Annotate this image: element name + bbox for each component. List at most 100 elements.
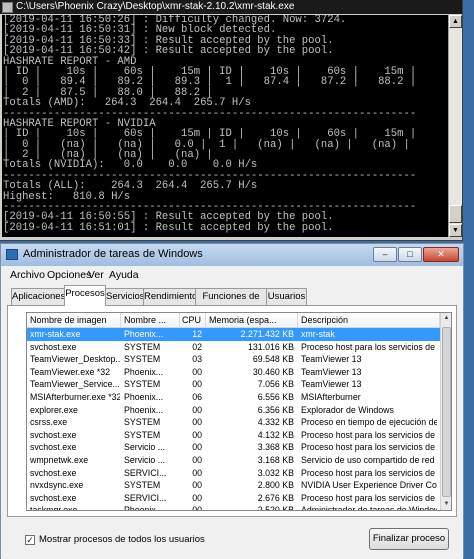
process-list[interactable]: Nombre de imagen Nombre ... CPU Memoria … — [26, 312, 452, 511]
menu-ver[interactable]: Ver — [88, 269, 104, 281]
cell-description: Proceso host para los servicios de W — [301, 442, 437, 453]
cell-memory: 2.800 KB — [257, 480, 294, 491]
tab-servicios[interactable]: Servicios — [105, 288, 145, 305]
console-title: C:\Users\Phoenix Crazy\Desktop\xmr-stak-… — [16, 1, 295, 12]
scroll-up-icon[interactable]: ▲ — [449, 15, 462, 28]
cell-user-name: SYSTEM — [124, 341, 161, 352]
process-row[interactable]: TeamViewer_Desktop.... SYSTEM 03 69.548 KB T… — [27, 353, 440, 366]
process-row[interactable]: svchost.exe SYSTEM 00 4.132 KB Proceso host … — [27, 429, 440, 442]
cell-memory: 3.368 KB — [257, 442, 294, 453]
menu-bar: Archivo Opciones Ver Ayuda — [1, 266, 463, 284]
process-row[interactable]: nvxdsync.exe SYSTEM 00 2.800 KB NVIDIA User … — [27, 479, 440, 492]
cell-image-name: taskmgr.exe — [30, 505, 78, 511]
console-scroll-thumb[interactable] — [449, 205, 462, 223]
processes-panel: Nombre de imagen Nombre ... CPU Memoria … — [7, 305, 457, 517]
task-manager-window: Administrador de tareas de Windows – □ ✕… — [0, 243, 464, 559]
cell-cpu: 00 — [192, 467, 202, 478]
cell-memory: 69.548 KB — [252, 354, 294, 365]
console-titlebar[interactable]: C:\Users\Phoenix Crazy\Desktop\xmr-stak-… — [0, 0, 462, 14]
tab-procesos[interactable]: Procesos — [64, 285, 106, 306]
process-row[interactable]: svchost.exe Servicio ... 00 3.368 KB Proceso… — [27, 441, 440, 454]
menu-opciones[interactable]: Opciones — [47, 269, 91, 281]
task-manager-titlebar[interactable]: Administrador de tareas de Windows – □ ✕ — [1, 244, 463, 266]
cell-user-name: Phoenix... — [124, 366, 164, 377]
cell-memory: 4.332 KB — [257, 417, 294, 428]
cell-cpu: 00 — [192, 505, 202, 511]
cell-memory: 4.132 KB — [257, 429, 294, 440]
cell-image-name: xmr-stak.exe — [30, 329, 81, 339]
cell-image-name: svchost.exe — [30, 442, 77, 453]
process-row[interactable]: wmpnetwk.exe Servicio ... 00 3.168 KB Servic… — [27, 454, 440, 467]
cell-image-name: TeamViewer_Service.... — [30, 379, 120, 390]
cell-cpu: 00 — [192, 442, 202, 453]
cell-cpu: 00 — [192, 366, 202, 377]
cell-memory: 2.271.432 KB — [240, 329, 294, 339]
cell-cpu: 06 — [192, 392, 202, 402]
tab-aplicaciones[interactable]: Aplicaciones — [11, 288, 65, 305]
maximize-button[interactable]: □ — [398, 247, 422, 262]
cell-cpu: 00 — [192, 429, 202, 440]
console-output: [2019-04-11 16:50:26] : Difficulty chang… — [2, 15, 448, 237]
scroll-down-icon[interactable]: ▼ — [441, 499, 451, 510]
cell-memory: 6.556 KB — [257, 392, 294, 402]
scroll-down-icon[interactable]: ▼ — [449, 224, 462, 237]
cell-cpu: 00 — [192, 455, 202, 465]
cell-image-name: wmpnetwk.exe — [30, 455, 89, 465]
process-row[interactable]: taskmgr.exe Phoenix... 00 2.520 KB Administr… — [27, 504, 440, 511]
column-memory[interactable]: Memoria (espa... — [206, 313, 298, 327]
cell-description: MSIAfterburner — [301, 392, 361, 402]
process-row[interactable]: TeamViewer_Service.... SYSTEM 00 7.056 KB Te… — [27, 378, 440, 391]
cell-image-name: svchost.exe — [30, 492, 77, 503]
cell-memory: 131.016 KB — [248, 341, 294, 352]
cell-description: Proceso host para los servicios de W — [301, 492, 437, 503]
cell-description: Proceso host para los servicios de W — [301, 341, 437, 352]
status-bar — [1, 554, 463, 559]
cell-image-name: svchost.exe — [30, 467, 77, 478]
column-cpu[interactable]: CPU — [180, 313, 206, 327]
process-row[interactable]: svchost.exe SERVICI... 00 3.032 KB Proceso h… — [27, 467, 440, 480]
process-row[interactable]: csrss.exe SYSTEM 00 4.332 KB Proceso en tiem… — [27, 416, 440, 429]
process-scroll-thumb[interactable] — [442, 327, 451, 497]
process-row[interactable]: svchost.exe SERVICI... 00 2.676 KB Proceso h… — [27, 492, 440, 505]
cell-user-name: SYSTEM — [124, 354, 161, 365]
cell-memory: 6.356 KB — [257, 404, 294, 415]
scroll-up-icon[interactable]: ▲ — [441, 313, 451, 324]
cell-description: TeamViewer 13 — [301, 366, 362, 377]
cell-description: NVIDIA User Experience Driver Comp — [301, 480, 437, 491]
tab-strip: Aplicaciones Procesos Servicios Rendimie… — [1, 284, 463, 318]
cell-memory: 7.056 KB — [257, 379, 294, 390]
show-all-users-checkbox[interactable]: ✓ — [25, 535, 35, 545]
cell-image-name: TeamViewer_Desktop.... — [30, 354, 120, 365]
cell-user-name: Phoenix... — [124, 392, 164, 402]
tab-rendimiento[interactable]: Rendimiento — [143, 288, 197, 305]
cell-user-name: Phoenix... — [124, 404, 164, 415]
tab-funciones-de-red[interactable]: Funciones de red — [195, 288, 267, 318]
cell-description: Administrador de tareas de Windows — [301, 505, 437, 511]
process-row[interactable]: xmr-stak.exe Phoenix... 12 2.271.432 KB xmr-… — [27, 328, 440, 341]
cell-cpu: 02 — [192, 341, 202, 352]
console-lines: [2019-04-11 16:50:26] : Difficulty chang… — [2, 15, 448, 233]
console-scrollbar[interactable]: ▲ ▼ — [448, 15, 462, 237]
task-manager-icon — [6, 249, 18, 260]
cell-description: Proceso host para los servicios de W — [301, 467, 437, 478]
end-process-button[interactable]: Finalizar proceso — [369, 528, 449, 550]
minimize-button[interactable]: – — [373, 247, 397, 262]
process-row[interactable]: svchost.exe SYSTEM 02 131.016 KB Proceso hos… — [27, 341, 440, 354]
process-row[interactable]: MSIAfterburner.exe *32 Phoenix... 06 6.556 … — [27, 391, 440, 404]
show-all-users-label: Mostrar procesos de todos los usuarios — [39, 534, 205, 545]
process-row[interactable]: explorer.exe Phoenix... 00 6.356 KB Explorad… — [27, 404, 440, 417]
cell-cpu: 12 — [192, 329, 202, 339]
menu-archivo[interactable]: Archivo — [10, 269, 45, 281]
menu-ayuda[interactable]: Ayuda — [109, 269, 139, 281]
process-row[interactable]: TeamViewer.exe *32 Phoenix... 00 30.460 KB T… — [27, 366, 440, 379]
cell-description: Proceso en tiempo de ejecución del c — [301, 417, 437, 428]
column-user-name[interactable]: Nombre ... — [121, 313, 180, 327]
column-image-name[interactable]: Nombre de imagen — [27, 313, 121, 327]
cell-description: Explorador de Windows — [301, 404, 394, 415]
cell-memory: 2.676 KB — [257, 492, 294, 503]
tab-usuarios[interactable]: Usuarios — [266, 288, 307, 305]
cell-user-name: SERVICI... — [124, 467, 167, 478]
close-button[interactable]: ✕ — [423, 247, 459, 262]
column-description[interactable]: Descripción — [298, 313, 440, 327]
process-list-scrollbar[interactable]: ▲ ▼ — [440, 313, 451, 510]
